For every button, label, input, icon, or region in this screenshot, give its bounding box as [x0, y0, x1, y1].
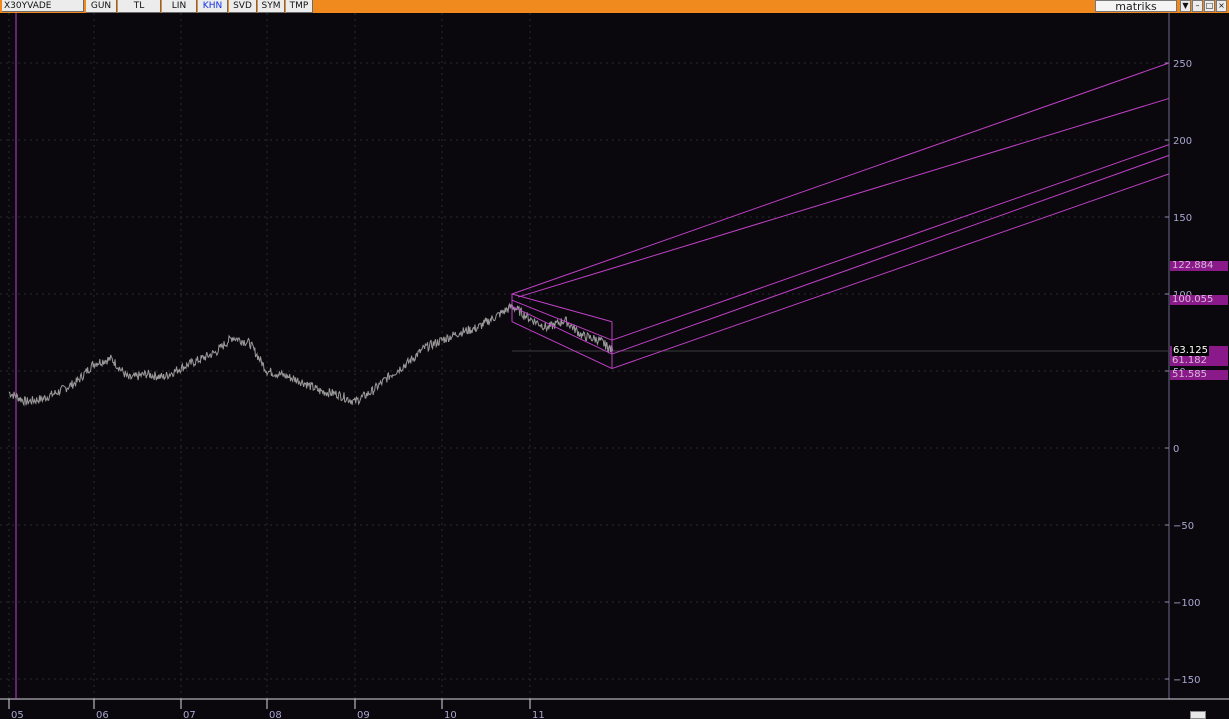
price-tag-middle: 100.055: [1170, 295, 1228, 305]
price-series-line[interactable]: [8, 302, 614, 407]
y-tick-label: 150: [1173, 213, 1192, 224]
toolbar-button-sym[interactable]: SYM: [258, 0, 285, 13]
x-tick-label: 07: [183, 710, 196, 719]
chart-toolbar: X30YVADE GUN TL LIN KHN SVD SYM TMP matr…: [0, 0, 1229, 13]
x-tick-label: 09: [357, 710, 370, 719]
x-tick-label: 10: [444, 710, 457, 719]
y-tick-label: −100: [1173, 598, 1200, 609]
maximize-icon[interactable]: □: [1204, 0, 1215, 12]
toolbar-button-lin[interactable]: LIN: [162, 0, 197, 13]
x-tick-label: 11: [532, 710, 545, 719]
channel-projection-upper[interactable]: [511, 62, 1170, 295]
minimize-icon[interactable]: –: [1192, 0, 1203, 12]
toolbar-button-tmp[interactable]: TMP: [286, 0, 313, 13]
price-tag-lower: 51.585: [1170, 370, 1228, 380]
x-tick-label: 05: [11, 710, 24, 719]
channel-box-bottom[interactable]: [511, 321, 613, 370]
brand-logo: matriks: [1095, 0, 1177, 12]
toolbar-button-tl[interactable]: TL: [118, 0, 161, 13]
toolbar-button-svd[interactable]: SVD: [229, 0, 257, 13]
y-tick-label: −50: [1173, 521, 1194, 532]
x-axis-ticks: 05 06 07 08 09 10 11: [8, 699, 545, 719]
y-tick-label: 200: [1173, 136, 1192, 147]
y-tick-label: 250: [1173, 59, 1192, 70]
close-icon[interactable]: ×: [1216, 0, 1227, 12]
y-tick-label: −150: [1173, 675, 1200, 686]
price-tag-upper: 122.884: [1170, 261, 1228, 271]
y-tick-label: 0: [1173, 444, 1179, 455]
symbol-field[interactable]: X30YVADE: [2, 0, 84, 12]
channel-box-inner-2[interactable]: [511, 305, 613, 355]
dropdown-icon[interactable]: ▼: [1180, 0, 1191, 12]
price-tag-hidden: 61.182: [1170, 356, 1228, 366]
channel-projection-lower[interactable]: [611, 173, 1170, 370]
channel-box-top[interactable]: [511, 293, 613, 323]
refresh-icon[interactable]: [1190, 711, 1206, 719]
toolbar-button-khn[interactable]: KHN: [198, 0, 228, 13]
channel-projection-2[interactable]: [517, 97, 1170, 298]
toolbar-button-gun[interactable]: GUN: [86, 0, 117, 13]
x-tick-label: 06: [96, 710, 109, 719]
x-tick-label: 08: [269, 710, 282, 719]
projection-channel[interactable]: [511, 62, 1170, 370]
chart-area[interactable]: 250200150100500−50−100−150 0506070809101…: [0, 13, 1229, 719]
channel-box-inner-1[interactable]: [511, 299, 613, 341]
channel-projection-4[interactable]: [611, 154, 1170, 355]
